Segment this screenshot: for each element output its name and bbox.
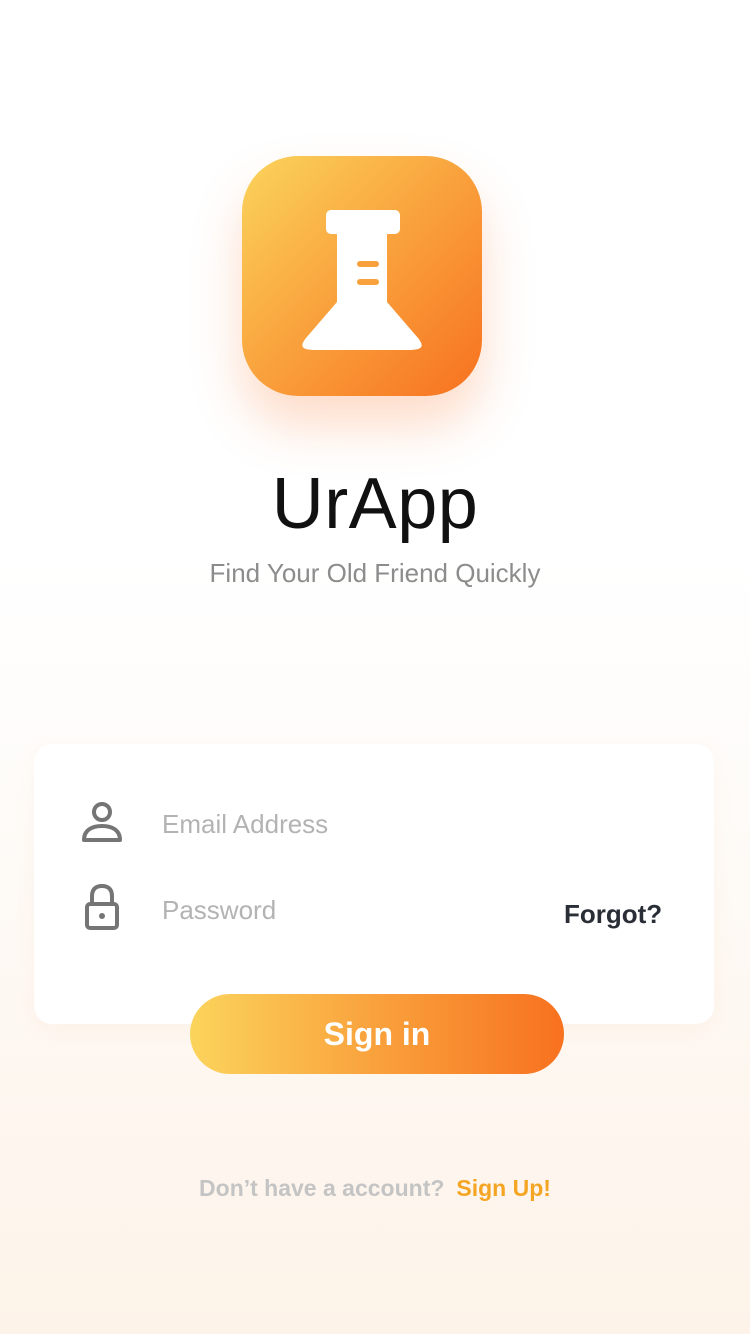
user-icon (80, 800, 124, 848)
login-card (34, 744, 714, 1024)
sign-up-link[interactable]: Sign Up! (456, 1175, 551, 1201)
forgot-password-link[interactable]: Forgot? (564, 896, 662, 932)
sign-in-button[interactable]: Sign in (190, 994, 564, 1074)
signup-row: Don’t have a account? Sign Up! (0, 1172, 750, 1204)
app-tagline: Find Your Old Friend Quickly (209, 558, 541, 588)
email-input[interactable] (162, 804, 542, 844)
app-name: UrApp (271, 464, 479, 544)
app-logo (242, 156, 482, 396)
lock-icon (80, 882, 124, 930)
password-input[interactable] (162, 890, 522, 930)
signup-prompt: Don’t have a account? (199, 1175, 445, 1201)
flask-icon (302, 210, 422, 350)
